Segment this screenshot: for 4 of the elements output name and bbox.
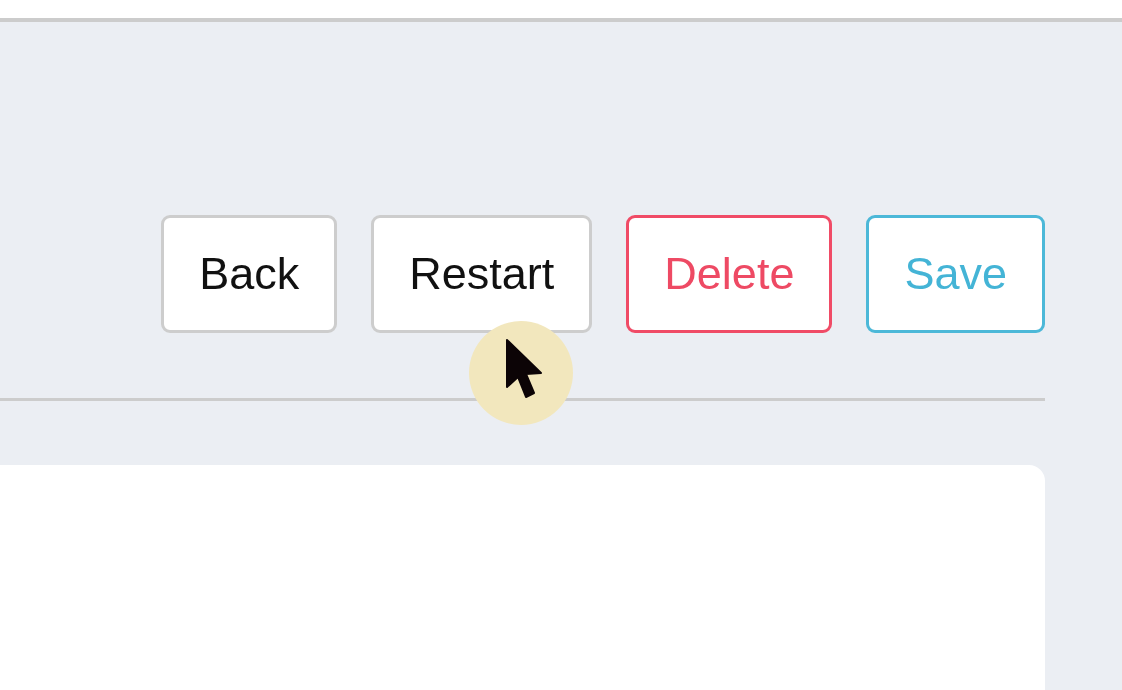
cursor-icon [469, 321, 573, 425]
action-button[interactable]: Delete [626, 215, 833, 333]
action-button[interactable]: Restart [371, 215, 593, 333]
action-button[interactable]: Back [161, 215, 338, 333]
